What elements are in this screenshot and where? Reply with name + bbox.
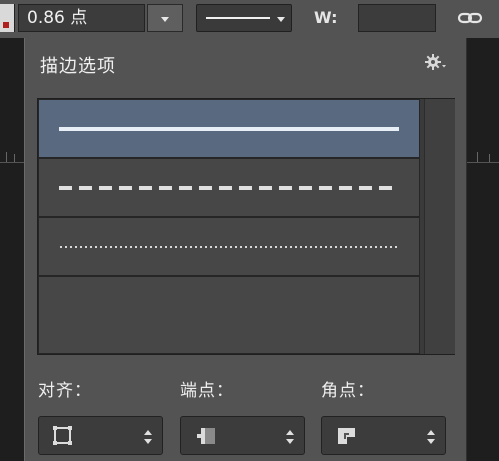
align-select[interactable]: [38, 416, 163, 455]
right-ruler: [467, 38, 499, 461]
width-input[interactable]: [358, 4, 436, 32]
align-label: 对齐：: [38, 381, 92, 401]
stroke-type-preview: [206, 17, 270, 19]
up-down-icon: [427, 430, 435, 444]
dashed-line-preview: [59, 186, 399, 190]
chevron-down-icon: [277, 17, 285, 22]
caps-label: 端点：: [180, 381, 234, 401]
link-icon[interactable]: [456, 8, 484, 28]
options-bar: 0.86 点 W:: [0, 0, 499, 38]
solid-line-preview: [59, 127, 399, 131]
up-down-icon: [144, 430, 152, 444]
stroke-color-swatch[interactable]: [0, 4, 15, 32]
align-inside-icon: [53, 426, 72, 445]
left-ruler: [0, 38, 24, 461]
caps-select[interactable]: [180, 416, 305, 455]
stroke-options-panel: 描边选项 对齐： 端点： 角点：: [24, 38, 467, 461]
corner-miter-icon: [338, 428, 355, 444]
stroke-style-solid[interactable]: [38, 99, 420, 158]
stroke-style-dashed[interactable]: [38, 158, 420, 217]
stroke-type-picker[interactable]: [196, 4, 292, 32]
chevron-down-icon: [161, 17, 169, 22]
stroke-width-input[interactable]: 0.86 点: [18, 4, 145, 32]
corners-select[interactable]: [321, 416, 446, 455]
stroke-style-dotted[interactable]: [38, 217, 420, 276]
panel-title: 描边选项: [40, 56, 116, 77]
up-down-icon: [286, 430, 294, 444]
list-scrollbar[interactable]: [424, 99, 455, 354]
width-label: W:: [314, 8, 338, 27]
stroke-width-dropdown-button[interactable]: [147, 4, 183, 32]
corners-label: 角点：: [321, 381, 375, 401]
cap-butt-icon: [197, 428, 215, 444]
gear-icon[interactable]: [423, 52, 447, 72]
stroke-styles-list: [37, 98, 455, 355]
dotted-line-preview: [60, 246, 397, 248]
stroke-style-empty: [38, 276, 420, 354]
